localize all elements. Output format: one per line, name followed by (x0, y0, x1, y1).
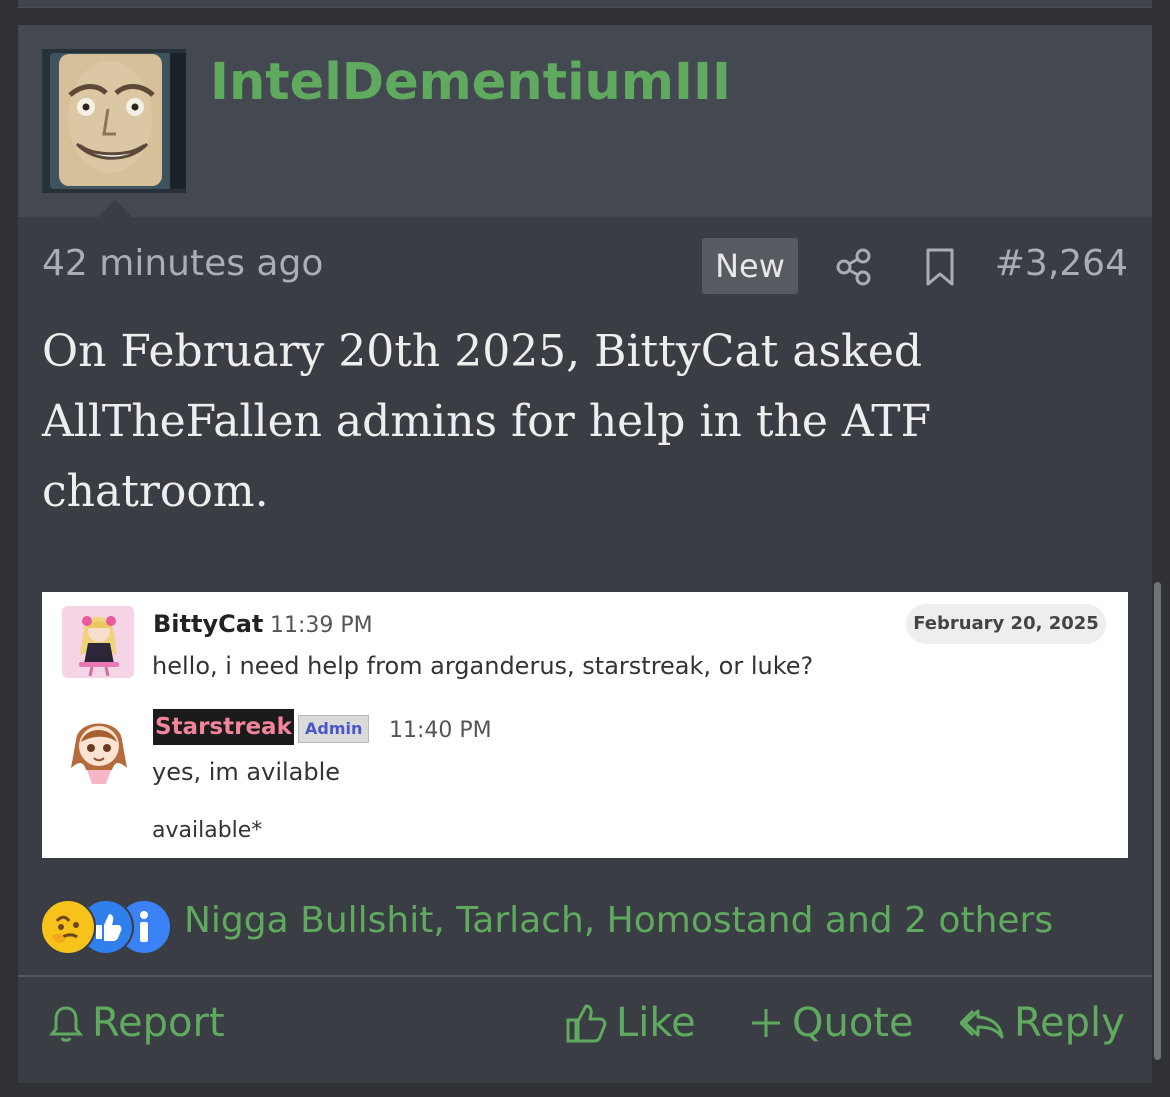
author-avatar[interactable] (42, 49, 186, 193)
vertical-scrollbar[interactable] (1154, 582, 1161, 1060)
author-avatar-face-icon (42, 49, 186, 193)
header-pointer (98, 200, 132, 217)
post-number[interactable]: #3,264 (995, 243, 1128, 284)
chat-author-bittycat: BittyCat (153, 610, 264, 638)
reply-label: Reply (1014, 1000, 1125, 1046)
thumbs-up-icon (566, 1004, 607, 1043)
chat-time-2: 11:40 PM (389, 718, 492, 743)
reaction-users-link[interactable]: Nigga Bullshit, Tarlach, Homostand and 2… (184, 900, 1053, 941)
embedded-chat-screenshot: BittyCat 11:39 PM February 20, 2025 hell… (42, 592, 1128, 858)
author-username[interactable]: IntelDementiumIII (210, 53, 731, 112)
post-header: IntelDementiumIII (18, 25, 1152, 217)
chat-date-pill: February 20, 2025 (906, 604, 1106, 644)
bittycat-avatar (62, 606, 134, 678)
anime-girl-avatar-icon (62, 606, 134, 678)
chat-time-1: 11:39 PM (270, 613, 373, 638)
chat-message-1: hello, i need help from arganderus, star… (152, 652, 814, 680)
chat-message-2: yes, im avilable (152, 758, 341, 786)
bookmark-icon[interactable] (922, 247, 958, 287)
post-footer: Report Like Quote Reply (18, 980, 1152, 1068)
quote-button[interactable]: Quote (748, 994, 914, 1052)
bell-icon (48, 1006, 84, 1042)
reply-arrow-icon (960, 1009, 1004, 1039)
report-button[interactable]: Report (48, 994, 225, 1052)
forum-post: IntelDementiumIII 42 minutes ago New #3,… (18, 25, 1152, 1083)
thinking-reaction-icon (40, 899, 96, 955)
like-button[interactable]: Like (564, 994, 696, 1052)
post-body: On February 20th 2025, BittyCat asked Al… (42, 326, 932, 517)
chat-message-correction: available* (152, 818, 263, 843)
report-label: Report (92, 1000, 225, 1046)
post-timestamp[interactable]: 42 minutes ago (42, 243, 323, 284)
quote-label: Quote (792, 1000, 914, 1046)
share-icon[interactable] (834, 247, 874, 287)
plus-icon (752, 1009, 780, 1037)
reply-button[interactable]: Reply (960, 994, 1125, 1052)
starstreak-avatar (64, 710, 134, 786)
chat-author-starstreak: Starstreak (153, 709, 294, 745)
admin-role-badge: Admin (298, 715, 370, 743)
previous-post-edge (18, 0, 1152, 8)
new-badge: New (702, 238, 798, 294)
footer-divider (18, 975, 1152, 977)
like-label: Like (616, 1000, 696, 1046)
anime-chibi-avatar-icon (64, 710, 134, 786)
